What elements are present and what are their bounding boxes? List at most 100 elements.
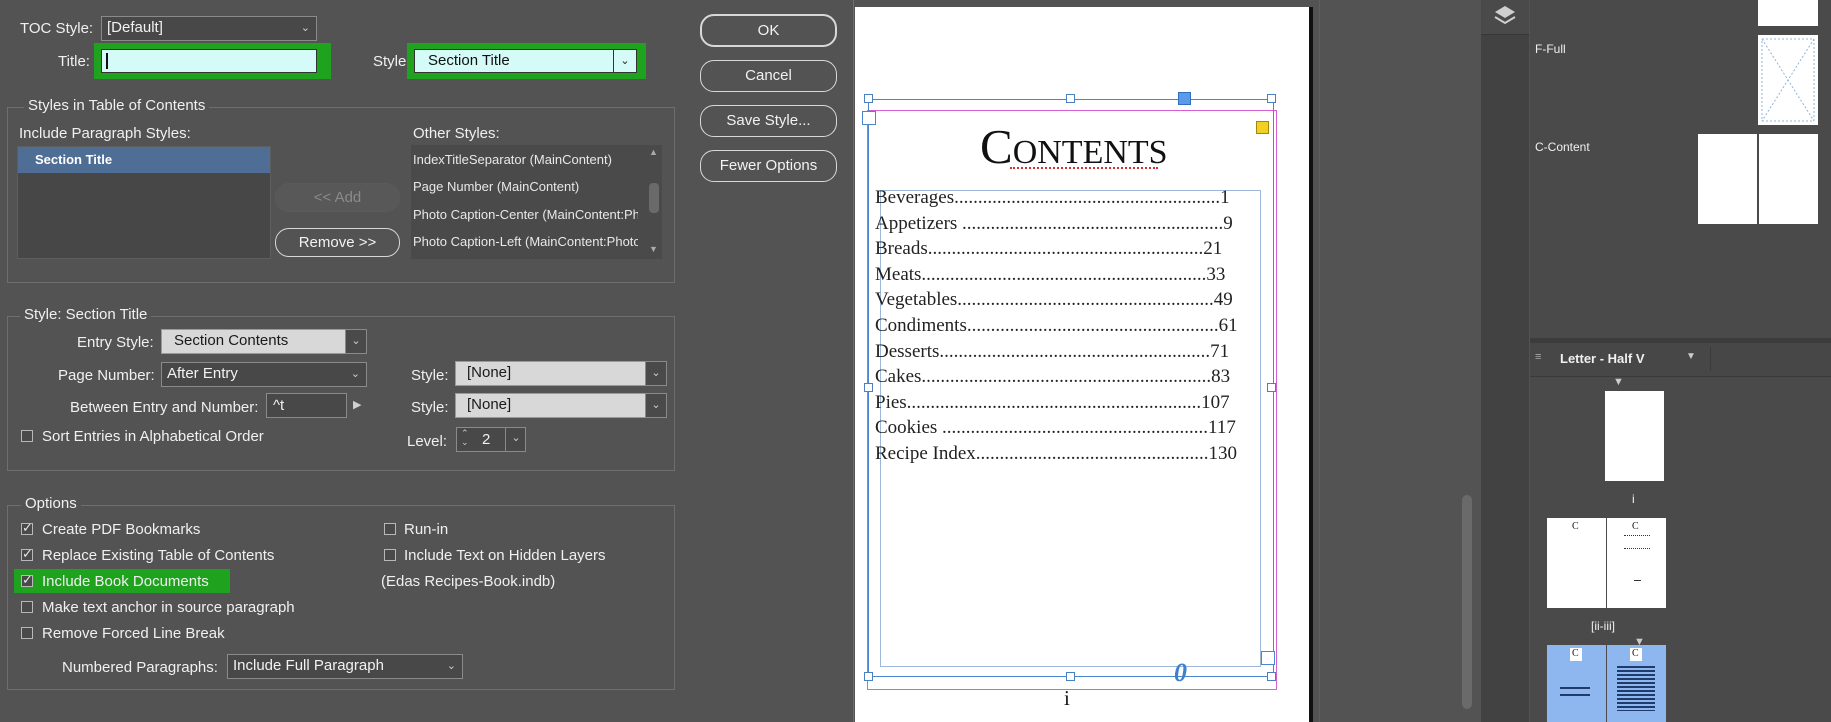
spread-ii-iii-right[interactable]: C bbox=[1607, 518, 1666, 608]
spread-ii-iii-label: [ii-iii] bbox=[1591, 619, 1615, 633]
master-thumb-top[interactable] bbox=[1758, 0, 1818, 26]
run-in-checkbox[interactable] bbox=[384, 523, 396, 535]
page-number-style-dropdown-button[interactable]: ⌄ bbox=[645, 361, 667, 386]
layers-panel-button[interactable] bbox=[1481, 0, 1529, 35]
other-style-item[interactable]: Photo Caption-Left (MainContent:Photo... bbox=[413, 234, 638, 249]
pages-panel: F-Full C-Content ≡ Letter - Half V ▼ ▼ i… bbox=[1530, 0, 1831, 722]
drag-grip-icon[interactable]: ≡ bbox=[1535, 351, 1541, 363]
between-style-dropdown-button[interactable]: ⌄ bbox=[645, 393, 667, 418]
entry-style-dropdown[interactable]: Section Contents bbox=[161, 329, 367, 354]
add-button[interactable]: << Add bbox=[275, 183, 400, 212]
between-field[interactable]: ^t bbox=[266, 393, 347, 418]
sort-checkbox[interactable] bbox=[21, 430, 33, 442]
fewer-options-label: Fewer Options bbox=[719, 157, 818, 174]
master-f-thumb[interactable] bbox=[1758, 35, 1818, 125]
thumb-c-letter: C bbox=[1632, 648, 1639, 659]
hidden-layers-checkbox[interactable] bbox=[384, 549, 396, 561]
reference-point-handle[interactable] bbox=[1178, 92, 1191, 105]
chevron-down-icon: ⌄ bbox=[350, 368, 360, 380]
spread-iv-left[interactable]: C bbox=[1547, 645, 1606, 722]
sort-label: Sort Entries in Alphabetical Order bbox=[42, 428, 264, 445]
cancel-label: Cancel bbox=[745, 67, 792, 84]
master-dropdown-value: Letter - Half V bbox=[1560, 351, 1645, 366]
toc-entry: Cakes...................................… bbox=[875, 366, 1231, 388]
toc-entry: Beverages...............................… bbox=[875, 187, 1230, 208]
include-style-item[interactable]: Section Title bbox=[18, 147, 270, 173]
canvas-scrollbar-thumb[interactable] bbox=[1462, 495, 1472, 709]
fewer-options-button[interactable]: Fewer Options bbox=[700, 150, 837, 182]
level-stepper[interactable]: ⌃ ⌄ 2 ⌄ bbox=[456, 427, 526, 452]
spread-iv-right[interactable]: C bbox=[1607, 645, 1666, 722]
empty-frame-icon bbox=[1761, 38, 1815, 122]
other-style-item[interactable]: Page Number (MainContent) bbox=[413, 179, 638, 194]
corner-options-handle[interactable] bbox=[1256, 121, 1269, 134]
make-anchor-checkbox[interactable] bbox=[21, 601, 33, 613]
layers-icon bbox=[1494, 6, 1516, 25]
frame-handle[interactable] bbox=[864, 94, 873, 103]
include-styles-label: Include Paragraph Styles: bbox=[19, 125, 191, 142]
other-style-item[interactable]: IndexTitleSeparator (MainContent) bbox=[413, 152, 638, 167]
frame-handle[interactable] bbox=[1267, 383, 1276, 392]
remove-button[interactable]: Remove >> bbox=[275, 228, 400, 257]
numbered-paragraphs-dropdown[interactable]: Include Full Paragraph ⌄ bbox=[227, 654, 463, 679]
save-style-button[interactable]: Save Style... bbox=[700, 105, 837, 137]
thumb-c-box: C bbox=[1570, 648, 1582, 661]
styles-in-toc-title: Styles in Table of Contents bbox=[24, 97, 210, 114]
toc-heading-first-letter: C bbox=[980, 119, 1013, 174]
thumb-list bbox=[1617, 666, 1655, 711]
master-c-thumb-right[interactable] bbox=[1759, 134, 1818, 224]
scrollbar-thumb[interactable] bbox=[649, 183, 659, 213]
cancel-button[interactable]: Cancel bbox=[700, 60, 837, 92]
remove-break-checkbox[interactable] bbox=[21, 627, 33, 639]
page-number-style-dropdown[interactable]: [None] bbox=[455, 361, 667, 386]
title-field[interactable] bbox=[101, 49, 317, 73]
include-styles-list[interactable]: Section Title bbox=[17, 146, 271, 259]
include-book-checkbox[interactable] bbox=[21, 572, 33, 588]
frame-handle[interactable] bbox=[1267, 94, 1276, 103]
run-in-label: Run-in bbox=[404, 521, 449, 538]
toc-entry: Breads..................................… bbox=[875, 238, 1223, 260]
between-label: Between Entry and Number: bbox=[70, 399, 259, 416]
other-style-item[interactable]: Photo Caption-Center (MainContent:Ph... bbox=[413, 207, 638, 222]
frame-handle[interactable] bbox=[1267, 672, 1276, 681]
style-dropdown[interactable]: Section Title ⌄ bbox=[414, 49, 637, 73]
level-dropdown-button[interactable]: ⌄ bbox=[505, 428, 526, 451]
frame-handle[interactable] bbox=[864, 672, 873, 681]
thumb-c-letter: C bbox=[1572, 648, 1579, 659]
scroll-down-icon[interactable]: ▼ bbox=[649, 244, 658, 254]
frame-handle[interactable] bbox=[864, 383, 873, 392]
add-label: << Add bbox=[313, 189, 362, 206]
other-styles-label: Other Styles: bbox=[413, 125, 500, 142]
create-pdf-checkbox[interactable] bbox=[21, 520, 33, 536]
spread-ii-iii-left[interactable]: C bbox=[1547, 518, 1606, 608]
entry-style-value: Section Contents bbox=[174, 332, 289, 349]
remove-break-label: Remove Forced Line Break bbox=[42, 625, 225, 642]
frame-link-out-port[interactable] bbox=[1261, 651, 1275, 665]
thumb-c-letter: C bbox=[1632, 521, 1639, 532]
page-number-dropdown[interactable]: After Entry ⌄ bbox=[161, 362, 367, 387]
toc-style-dropdown[interactable]: [Default] ⌄ bbox=[101, 16, 317, 41]
toc-entry: Cookies ................................… bbox=[875, 417, 1236, 439]
overset-text-marker[interactable]: 0 bbox=[1174, 658, 1187, 688]
style-dropdown-button[interactable]: ⌄ bbox=[613, 50, 636, 72]
entry-style-dropdown-button[interactable]: ⌄ bbox=[345, 329, 367, 354]
thumb-rule bbox=[1634, 580, 1641, 581]
text-cursor bbox=[106, 53, 108, 69]
level-down-icon[interactable]: ⌄ bbox=[461, 437, 469, 448]
toc-entry: Appetizers .............................… bbox=[875, 212, 1233, 234]
other-styles-scrollbar[interactable]: ▲ ▼ bbox=[648, 147, 660, 257]
page-number-value: After Entry bbox=[167, 365, 238, 382]
canvas-scrollbar[interactable] bbox=[1458, 0, 1476, 722]
page-i-thumb[interactable] bbox=[1605, 391, 1664, 481]
between-style-dropdown[interactable]: [None] bbox=[455, 393, 667, 418]
frame-link-in-port[interactable] bbox=[862, 111, 876, 125]
scroll-up-icon[interactable]: ▲ bbox=[649, 147, 658, 157]
master-dropdown[interactable]: Letter - Half V ▼ bbox=[1556, 347, 1711, 371]
replace-existing-checkbox[interactable] bbox=[21, 546, 33, 562]
frame-handle[interactable] bbox=[1066, 672, 1075, 681]
master-c-thumb-left[interactable] bbox=[1698, 134, 1757, 224]
ok-button[interactable]: OK bbox=[700, 14, 837, 47]
special-characters-menu-icon[interactable]: ▶ bbox=[353, 398, 361, 411]
other-styles-list[interactable]: IndexTitleSeparator (MainContent) Page N… bbox=[411, 145, 662, 259]
frame-handle[interactable] bbox=[1066, 94, 1075, 103]
